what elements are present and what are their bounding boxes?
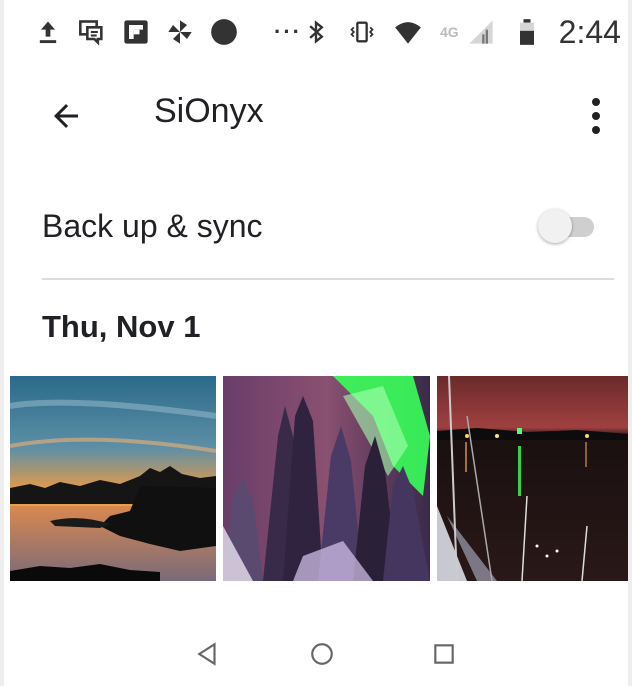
flipboard-icon bbox=[122, 18, 150, 46]
bluetooth-icon bbox=[302, 18, 330, 46]
app-bar: SiOnyx bbox=[4, 64, 628, 164]
record-dot-icon bbox=[210, 18, 238, 46]
overflow-menu-button[interactable] bbox=[580, 92, 612, 140]
more-vert-icon bbox=[592, 98, 600, 134]
pinwheel-icon bbox=[166, 18, 194, 46]
nav-recent-button[interactable] bbox=[428, 638, 460, 670]
nav-back-button[interactable] bbox=[192, 638, 224, 670]
photo-grid bbox=[10, 376, 628, 581]
arrow-back-icon bbox=[54, 104, 78, 128]
divider bbox=[42, 278, 614, 280]
nav-back-triangle-icon bbox=[197, 642, 216, 666]
network-type-label: 4G bbox=[439, 24, 459, 40]
status-right: 4G 2:44 bbox=[302, 14, 621, 51]
battery-icon bbox=[513, 18, 541, 46]
aurora-forest-photo[interactable] bbox=[223, 376, 430, 581]
status-bar: ··· 4G 2:44 bbox=[4, 0, 628, 64]
backup-sync-row[interactable]: Back up & sync bbox=[42, 196, 614, 256]
album-title: SiOnyx bbox=[154, 92, 264, 130]
status-left: ··· bbox=[34, 18, 302, 46]
date-header: Thu, Nov 1 bbox=[42, 309, 201, 344]
nav-home-circle-icon bbox=[311, 643, 333, 665]
night-harbor-photo[interactable] bbox=[437, 376, 628, 581]
cell-signal-icon bbox=[467, 18, 495, 46]
sunset-shoreline-photo[interactable] bbox=[10, 376, 216, 581]
backup-sync-toggle[interactable] bbox=[538, 208, 596, 244]
screen: ··· 4G 2:44 SiOnyx Back up & sync Thu, N… bbox=[0, 0, 632, 686]
more-notifications-icon: ··· bbox=[274, 19, 302, 44]
status-time: 2:44 bbox=[558, 13, 621, 50]
wifi-icon bbox=[394, 18, 422, 46]
nav-home-button[interactable] bbox=[306, 638, 338, 670]
back-button[interactable] bbox=[44, 94, 88, 138]
vibrate-icon bbox=[348, 18, 376, 46]
system-nav-bar bbox=[4, 620, 628, 686]
chat-icon bbox=[78, 18, 106, 46]
backup-sync-label: Back up & sync bbox=[42, 207, 263, 244]
nav-recent-square-icon bbox=[434, 644, 454, 664]
toggle-knob bbox=[538, 209, 572, 243]
upload-icon bbox=[34, 18, 62, 46]
